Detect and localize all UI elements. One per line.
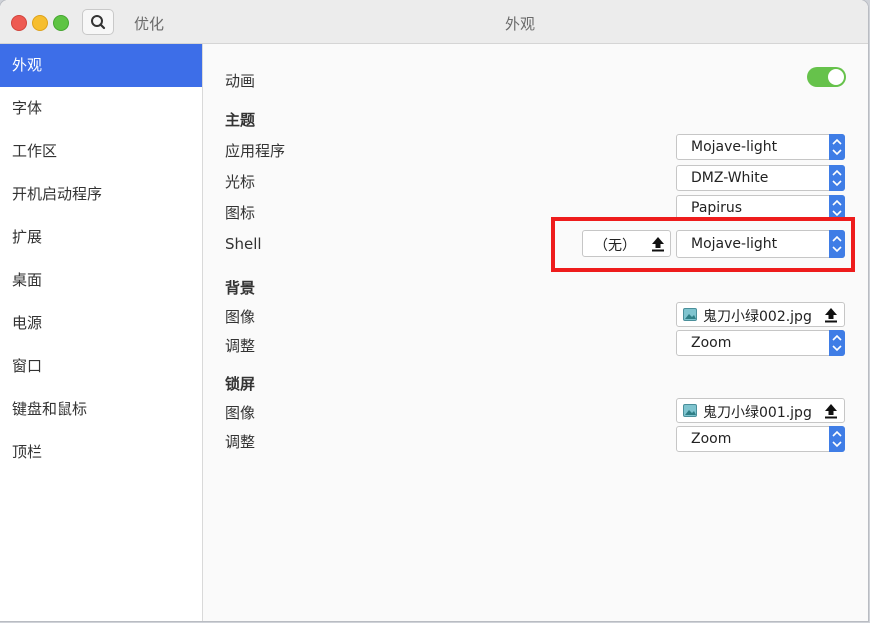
sidebar-item-appearance[interactable]: 外观 <box>0 44 202 87</box>
background-section-title: 背景 <box>225 279 256 297</box>
sidebar-item-top-bar[interactable]: 顶栏 <box>0 431 202 474</box>
animation-toggle[interactable] <box>807 67 846 87</box>
lockscreen-adjust-select[interactable]: Zoom <box>676 426 845 452</box>
cursor-label: 光标 <box>225 173 256 191</box>
shell-label: Shell <box>225 235 262 253</box>
background-adjust-select[interactable]: Zoom <box>676 330 845 356</box>
icons-label: 图标 <box>225 204 256 222</box>
lockscreen-section-title: 锁屏 <box>225 375 256 393</box>
lockscreen-adjust-value: Zoom <box>691 431 732 447</box>
search-icon <box>91 15 106 30</box>
sidebar-item-power[interactable]: 电源 <box>0 302 202 345</box>
chevron-up-down-icon <box>829 426 845 452</box>
lockscreen-adjust-label: 调整 <box>225 433 256 451</box>
icons-theme-value: Papirus <box>691 200 743 216</box>
chevron-up-down-icon <box>829 134 845 160</box>
close-button[interactable] <box>11 15 27 31</box>
lockscreen-image-button[interactable]: 鬼刀小绿001.jpg <box>676 398 845 423</box>
sidebar-item-windows[interactable]: 窗口 <box>0 345 202 388</box>
applications-theme-value: Mojave-light <box>691 139 778 155</box>
appearance-panel: 动画 主题 应用程序 Mojave-light 光标 DMZ-White 图标 … <box>203 44 868 621</box>
sidebar: 外观 字体 工作区 开机启动程序 扩展 桌面 电源 窗口 键盘和鼠标 顶栏 <box>0 44 203 621</box>
applications-label: 应用程序 <box>225 142 286 160</box>
applications-theme-select[interactable]: Mojave-light <box>676 134 845 160</box>
maximize-button[interactable] <box>53 15 69 31</box>
sidebar-item-fonts[interactable]: 字体 <box>0 87 202 130</box>
background-adjust-label: 调整 <box>225 337 256 355</box>
theme-section-title: 主题 <box>225 111 256 129</box>
annotation-highlight-box <box>551 217 855 272</box>
page-title: 外观 <box>505 15 536 33</box>
tweaks-window: 优化 外观 外观 字体 工作区 开机启动程序 扩展 桌面 电源 窗口 键盘和鼠标… <box>0 0 868 621</box>
sidebar-item-startup-apps[interactable]: 开机启动程序 <box>0 173 202 216</box>
app-title: 优化 <box>134 15 165 33</box>
chevron-up-down-icon <box>829 330 845 356</box>
cursor-theme-select[interactable]: DMZ-White <box>676 165 845 191</box>
sidebar-item-keyboard-mouse[interactable]: 键盘和鼠标 <box>0 388 202 431</box>
search-button[interactable] <box>82 9 114 35</box>
background-adjust-value: Zoom <box>691 335 732 351</box>
toggle-knob <box>828 69 844 85</box>
minimize-button[interactable] <box>32 15 48 31</box>
upload-icon <box>825 404 837 419</box>
cursor-theme-value: DMZ-White <box>691 170 769 186</box>
background-image-button[interactable]: 鬼刀小绿002.jpg <box>676 302 845 327</box>
animation-label: 动画 <box>225 72 256 90</box>
titlebar: 优化 外观 <box>0 0 868 44</box>
chevron-up-down-icon <box>829 165 845 191</box>
background-image-value: 鬼刀小绿002.jpg <box>703 309 812 325</box>
sidebar-item-desktop[interactable]: 桌面 <box>0 259 202 302</box>
sidebar-item-workspaces[interactable]: 工作区 <box>0 130 202 173</box>
image-file-icon <box>683 404 697 417</box>
background-image-label: 图像 <box>225 308 256 326</box>
lockscreen-image-value: 鬼刀小绿001.jpg <box>703 405 812 421</box>
sidebar-item-extensions[interactable]: 扩展 <box>0 216 202 259</box>
image-file-icon <box>683 308 697 321</box>
lockscreen-image-label: 图像 <box>225 404 256 422</box>
upload-icon <box>825 308 837 323</box>
